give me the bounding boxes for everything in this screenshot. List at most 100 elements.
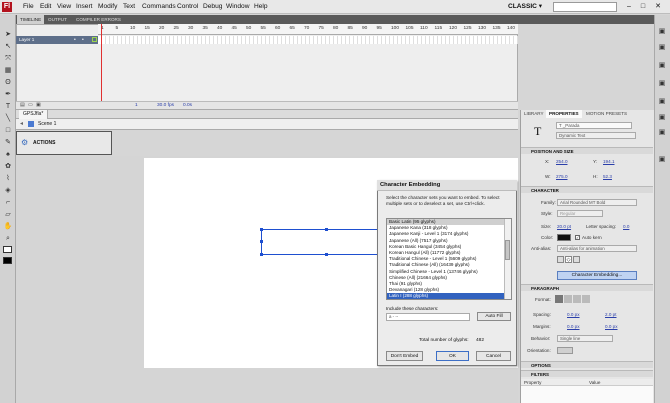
- close-button[interactable]: ✕: [651, 2, 665, 12]
- minimize-button[interactable]: –: [622, 2, 636, 12]
- tab-output[interactable]: OUTPUT: [45, 15, 70, 24]
- font-size-value[interactable]: 20.0 pt: [557, 224, 571, 229]
- components-icon[interactable]: ▣: [657, 128, 667, 138]
- orientation-select[interactable]: [557, 347, 573, 354]
- line-spacing-value[interactable]: 2.0 pt: [605, 312, 617, 317]
- menu-insert[interactable]: Insert: [76, 2, 93, 12]
- playhead[interactable]: [101, 24, 102, 105]
- properties-tab-library[interactable]: LIBRARY: [521, 110, 547, 118]
- menu-debug[interactable]: Debug: [203, 2, 222, 12]
- cancel-button[interactable]: Cancel: [476, 351, 511, 361]
- subselection-icon[interactable]: ↖: [2, 42, 14, 52]
- swatches-icon[interactable]: ▣: [657, 43, 667, 53]
- visibility-icon[interactable]: •: [74, 36, 76, 44]
- character-embedding-button[interactable]: Character Embedding...: [557, 271, 637, 280]
- workspace-switcher[interactable]: CLASSIC ▾: [508, 2, 542, 12]
- menu-file[interactable]: File: [23, 2, 34, 12]
- auto-kern-checkbox[interactable]: ✓: [575, 235, 580, 240]
- left-margin-value[interactable]: 0.0 px: [567, 324, 580, 329]
- brush-icon[interactable]: ♠: [2, 150, 14, 160]
- w-value[interactable]: 275.0: [556, 174, 568, 179]
- menu-window[interactable]: Window: [226, 2, 249, 12]
- align-left-icon[interactable]: [555, 295, 563, 303]
- h-value[interactable]: 52.3: [603, 174, 612, 179]
- maximize-button[interactable]: □: [636, 2, 650, 12]
- properties-tab-properties[interactable]: PROPERTIES: [546, 110, 582, 118]
- y-value[interactable]: 194.1: [603, 159, 615, 164]
- frame-cells[interactable]: [98, 36, 518, 44]
- menu-control[interactable]: Control: [177, 2, 198, 12]
- border-icon[interactable]: [573, 256, 580, 263]
- character-set-list[interactable]: Basic Latin (95 glyphs) Japanese Kana (31…: [386, 218, 512, 300]
- anti-alias-select[interactable]: Anti-alias for animation: [557, 245, 637, 252]
- outline-icon[interactable]: [92, 37, 97, 42]
- menu-view[interactable]: View: [57, 2, 71, 12]
- menu-text[interactable]: Text: [123, 2, 135, 12]
- text-icon[interactable]: T: [2, 102, 14, 112]
- motion-editor-icon[interactable]: ▣: [657, 155, 667, 165]
- frame-rate[interactable]: 30.0 fps: [157, 102, 174, 109]
- pen-icon[interactable]: ✒: [2, 90, 14, 100]
- transform-handle[interactable]: [325, 228, 328, 231]
- font-style-select[interactable]: Regular: [557, 210, 603, 217]
- document-tab[interactable]: GPSJfla*: [19, 110, 49, 119]
- scroll-thumb[interactable]: [505, 240, 510, 260]
- character-set-item[interactable]: Latin I (288 glyphs): [387, 293, 511, 299]
- font-family-select[interactable]: Arial Rounded MT Bold: [557, 199, 637, 206]
- layer-row[interactable]: Layer 1 • •: [16, 36, 106, 44]
- eyedropper-icon[interactable]: ⌐: [2, 198, 14, 208]
- x-value[interactable]: 254.0: [556, 159, 568, 164]
- free-transform-icon[interactable]: ⤧: [2, 54, 14, 64]
- auto-fill-button[interactable]: Auto Fill: [477, 312, 511, 321]
- menu-commands[interactable]: Commands: [142, 2, 176, 12]
- menu-edit[interactable]: Edit: [40, 2, 51, 12]
- fill-color-swatch[interactable]: [3, 257, 12, 264]
- align-center-icon[interactable]: [564, 295, 572, 303]
- gradient-icon[interactable]: ▦: [2, 66, 14, 76]
- transform-handle[interactable]: [260, 228, 263, 231]
- selection-icon[interactable]: ➤: [2, 30, 14, 40]
- transform-icon[interactable]: ▣: [657, 113, 667, 123]
- zoom-icon[interactable]: ⌕: [2, 234, 14, 244]
- hand-icon[interactable]: ✋: [2, 222, 14, 232]
- section-position-size[interactable]: POSITION AND SIZE: [521, 147, 653, 154]
- render-html-icon[interactable]: ◇: [565, 256, 572, 263]
- info-icon[interactable]: ▣: [657, 97, 667, 107]
- behavior-select[interactable]: Single line: [557, 335, 613, 342]
- actions-panel[interactable]: ⚙ ACTIONS: [16, 131, 112, 155]
- include-characters-input[interactable]: a - --: [386, 313, 470, 321]
- help-search-input[interactable]: [553, 2, 617, 12]
- section-filters[interactable]: FILTERS: [521, 370, 653, 377]
- flash-icon[interactable]: ▣: [657, 27, 667, 37]
- new-folder-icon[interactable]: ▭: [28, 102, 33, 109]
- instance-name-field[interactable]: T _Parada: [556, 122, 632, 129]
- text-type-select[interactable]: Dynamic Text: [556, 132, 636, 139]
- align-right-icon[interactable]: [573, 295, 581, 303]
- section-character[interactable]: CHARACTER: [521, 186, 653, 193]
- tab-timeline[interactable]: TIMELINE: [17, 15, 45, 24]
- align-justify-icon[interactable]: [582, 295, 590, 303]
- rectangle-icon[interactable]: □: [2, 126, 14, 136]
- stroke-color-swatch[interactable]: [3, 246, 12, 253]
- align-icon[interactable]: ▣: [657, 79, 667, 89]
- transform-handle[interactable]: [260, 253, 263, 256]
- tab-compiler-errors[interactable]: COMPILER ERRORS: [73, 15, 124, 24]
- pencil-icon[interactable]: ✎: [2, 138, 14, 148]
- transform-handle[interactable]: [325, 253, 328, 256]
- text-color-swatch[interactable]: [557, 234, 571, 241]
- transform-handle[interactable]: [260, 240, 263, 243]
- bone-icon[interactable]: ⌇: [2, 174, 14, 184]
- right-margin-value[interactable]: 0.0 px: [605, 324, 618, 329]
- color-icon[interactable]: ▣: [657, 61, 667, 71]
- delete-layer-icon[interactable]: ▣: [36, 102, 41, 109]
- new-layer-icon[interactable]: ▤: [20, 102, 25, 109]
- section-options[interactable]: OPTIONS: [521, 361, 653, 368]
- lasso-icon[interactable]: ʘ: [2, 78, 14, 88]
- ok-button[interactable]: OK: [436, 351, 469, 361]
- selected-text-field[interactable]: [261, 229, 393, 255]
- properties-tab-motion-presets[interactable]: MOTION PRESETS: [583, 110, 630, 118]
- selectable-icon[interactable]: [557, 256, 564, 263]
- deco-icon[interactable]: ✿: [2, 162, 14, 172]
- lock-icon[interactable]: •: [82, 36, 84, 44]
- indent-value[interactable]: 0.0 px: [567, 312, 580, 317]
